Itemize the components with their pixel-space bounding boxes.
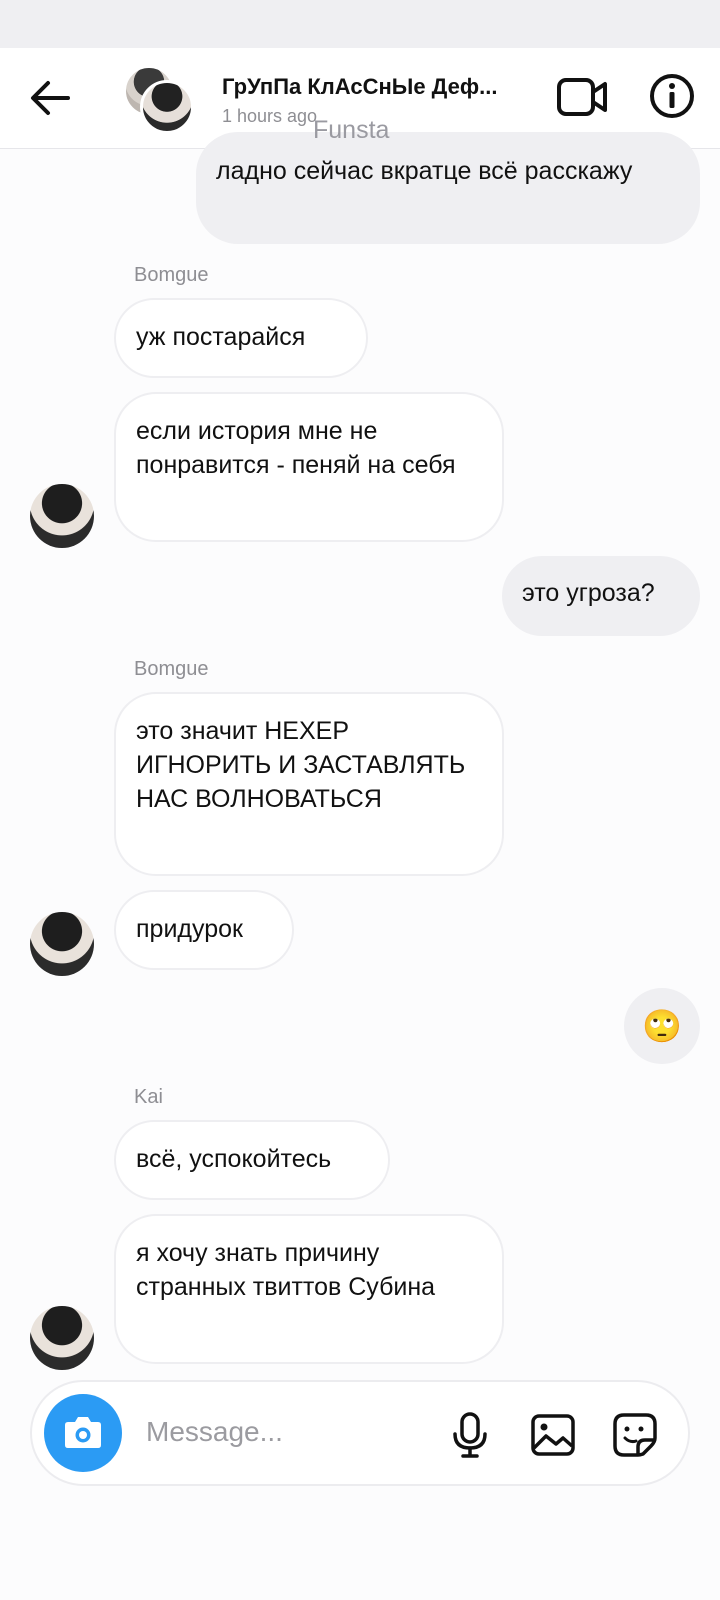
video-camera-icon [557, 78, 607, 116]
microphone-icon [453, 1412, 487, 1458]
outgoing-message[interactable]: ладно сейчас вкратце всё расскажу [196, 132, 700, 244]
status-bar [0, 0, 720, 48]
incoming-message[interactable]: это значит НЕХЕР ИГНОРИТЬ И ЗАСТАВЛЯТЬ Н… [114, 692, 504, 876]
member-avatar [140, 80, 194, 134]
incoming-message[interactable]: я хочу знать причину странных твиттов Су… [114, 1214, 504, 1364]
sender-avatar[interactable] [30, 1306, 94, 1370]
image-icon [531, 1414, 575, 1456]
chat-title[interactable]: ГрУпПа КлАсСнЫе Деф... [222, 74, 532, 100]
incoming-message[interactable]: если история мне не понравится - пеняй н… [114, 392, 504, 542]
sender-name: Bomgue [134, 264, 209, 286]
sender-name: Bomgue [134, 658, 209, 680]
outgoing-emoji-message[interactable]: 🙄 [624, 988, 700, 1064]
info-icon [650, 74, 694, 118]
back-button[interactable] [28, 78, 72, 118]
gallery-button[interactable] [530, 1412, 576, 1458]
sender-avatar[interactable] [30, 912, 94, 976]
sender-name: Kai [134, 1086, 163, 1108]
last-active-status: 1 hours ago [222, 106, 318, 126]
watermark: Funsta [313, 116, 390, 144]
message-input[interactable] [144, 1408, 408, 1456]
sender-avatar[interactable] [30, 484, 94, 548]
info-button[interactable] [648, 72, 696, 120]
incoming-message[interactable]: уж постарайся [114, 298, 368, 378]
message-composer [30, 1380, 690, 1486]
video-call-button[interactable] [556, 74, 610, 120]
outgoing-message[interactable]: это угроза? [502, 556, 700, 636]
incoming-message[interactable]: придурок [114, 890, 294, 970]
incoming-message[interactable]: всё, успокойтесь [114, 1120, 390, 1200]
sticker-button[interactable] [612, 1412, 658, 1458]
voice-message-button[interactable] [450, 1412, 490, 1458]
arrow-left-icon [31, 81, 70, 115]
camera-icon [65, 1417, 101, 1448]
sticker-icon [613, 1413, 657, 1457]
eye-roll-emoji: 🙄 [642, 1008, 682, 1044]
camera-button[interactable] [44, 1394, 122, 1472]
group-avatar[interactable] [124, 66, 194, 134]
